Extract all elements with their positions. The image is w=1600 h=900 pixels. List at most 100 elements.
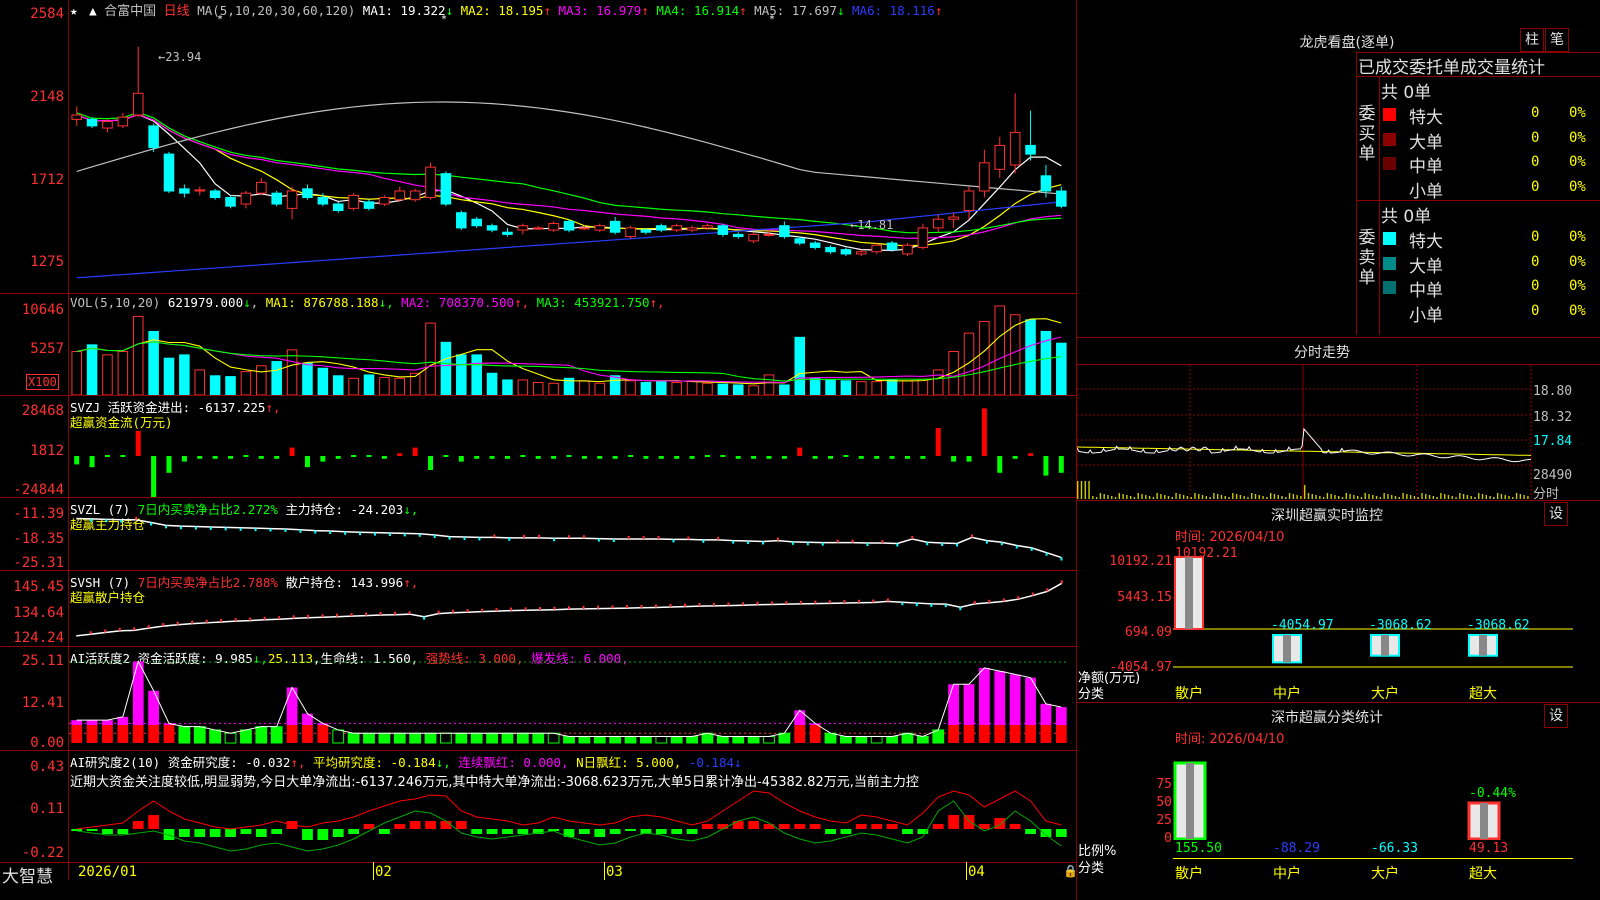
ai-research-chart[interactable] [69, 751, 1075, 862]
intraday-volume-bar [1493, 497, 1495, 499]
ai-axis-0: 25.11 [21, 653, 64, 669]
sell-rows: 特大 0 0% 大单 0 0% 中单 0 0% 小单 0 0% [1381, 226, 1600, 326]
volume-bar [379, 376, 390, 395]
intraday-volume-bar [1133, 497, 1136, 499]
vol-ma-line-3 [76, 341, 1062, 382]
research-bar [809, 824, 821, 829]
intraday-volume-bar [1129, 496, 1132, 499]
flow-bar [197, 456, 203, 459]
low-mark-value: 14.81 [857, 218, 894, 232]
flow-bar [920, 456, 926, 459]
bar-mode-button[interactable]: 柱 [1520, 28, 1544, 52]
sell-row-0: 特大 0 0% [1381, 226, 1586, 252]
activity-bar [916, 735, 929, 744]
activity-bar [224, 732, 237, 744]
research-bar [302, 829, 313, 840]
svzj-panel[interactable]: SVZJ 活跃资金进出: -6137.225↑, 超赢资金流(万元) 28468… [0, 395, 1076, 498]
intraday-chart[interactable] [1077, 365, 1532, 499]
volume-bar [117, 351, 129, 395]
activity-bar [255, 726, 268, 744]
research-bar [379, 829, 390, 834]
flow-bar [766, 456, 772, 459]
intraday-axis-2: 17.84 [1533, 434, 1573, 449]
kline-chart[interactable]: * * * [69, 0, 1075, 293]
ai-activity-panel[interactable]: AI活跃度2 资金活跃度: 9.985↓,25.113,生命线: 1.560, … [0, 646, 1076, 751]
candle [302, 188, 313, 199]
candle [1040, 175, 1052, 192]
research-bar [609, 829, 621, 834]
intraday-volume-bar [1232, 493, 1234, 499]
vol-unit[interactable]: X100 [26, 374, 59, 390]
candle [132, 92, 144, 116]
sell-label: 委卖单 [1357, 228, 1377, 288]
intraday-volume-bar [1103, 494, 1105, 499]
cls-settings-button[interactable]: 设 [1544, 704, 1568, 728]
svzl-chart[interactable] [69, 498, 1075, 570]
activity-bar [1055, 725, 1067, 743]
svzl-panel[interactable]: SVZL (7) 7日内买卖净占比2.272% 主力持仓: -24.203↓, … [0, 497, 1076, 571]
candle [471, 218, 482, 227]
kline-panel[interactable]: ★ ▲ 合富中国 日线 MA(5,10,20,30,60,120) MA1: 1… [0, 0, 1076, 293]
research-bar [209, 829, 221, 837]
activity-bar [71, 720, 83, 726]
buy-label: 委买单 [1357, 104, 1377, 164]
svzj-chart[interactable] [69, 396, 1075, 497]
stat-title: 已成交委托单成交量统计 [1358, 58, 1545, 78]
dragon-title: 龙虎看盘(逐单) [1299, 35, 1395, 51]
volume-panel[interactable]: VOL(5,10,20) 621979.000↓, MA1: 876788.18… [0, 293, 1076, 396]
activity-bar [886, 735, 898, 744]
top-marker-star-icon: * [769, 14, 775, 25]
candle [871, 244, 882, 253]
svzj-axis-1: 1812 [30, 443, 64, 459]
sz-cat-1: 中户 [1273, 686, 1301, 702]
intraday-volume-bar [1164, 495, 1166, 499]
sz-bar-shade [1479, 635, 1487, 656]
intraday-volume-bar [1092, 496, 1094, 499]
volume-bar [732, 384, 744, 395]
svsh-panel[interactable]: SVSH (7) 7日内买卖净占比2.788% 散户持仓: 143.996↑, … [0, 570, 1076, 647]
intraday-title: 分时走势 [1294, 345, 1350, 361]
intraday-volume-bar [1512, 497, 1514, 499]
candle [409, 190, 421, 201]
sz-bar-shade [1185, 557, 1193, 629]
cls-axis-0: 75 [1156, 777, 1172, 792]
tick-mode-button[interactable]: 笔 [1545, 28, 1569, 52]
cls-xlabel: 分类 [1078, 861, 1105, 876]
volume-bar [886, 379, 898, 395]
candle [440, 173, 452, 205]
volume-bar [317, 367, 329, 395]
intraday-volume-bar [1111, 496, 1113, 499]
candle [609, 220, 621, 233]
buy-rows: 特大 0 0% 大单 0 0% 中单 0 0% 小单 0 0% [1381, 102, 1600, 202]
activity-bar [870, 735, 883, 744]
flow-bar [151, 456, 157, 497]
flow-bar [243, 455, 249, 457]
flow-bar [935, 428, 941, 456]
svsh-chart[interactable] [69, 571, 1075, 646]
cls-cat-3: 超大 [1469, 866, 1497, 882]
kline-axis-1: 2148 [30, 89, 64, 105]
intraday-volume-bar [1080, 481, 1083, 499]
activity-bar [701, 732, 714, 744]
candle [1009, 131, 1021, 166]
flow-bar [889, 456, 895, 459]
candle [1025, 144, 1036, 155]
sz-settings-button[interactable]: 设 [1544, 502, 1568, 526]
volume-bar [256, 365, 267, 395]
activity-bar [948, 684, 959, 726]
intraday-volume-bar [1432, 496, 1435, 499]
flow-bar [612, 456, 618, 459]
volume-chart[interactable] [69, 294, 1075, 395]
cls-cat-0: 散户 [1175, 866, 1203, 882]
sz-bar-chart[interactable]: -4054.97 -3068.62 -3068.62 [1173, 555, 1573, 683]
app-logo[interactable]: 大智慧 [2, 862, 53, 887]
research-bar [271, 829, 283, 834]
activity-bar [794, 725, 806, 743]
intraday-volume-bar [1326, 493, 1329, 499]
research-bar [855, 824, 867, 829]
lock-icon[interactable]: 🔒 [1063, 864, 1078, 878]
volume-bar [502, 379, 513, 395]
ai-research-panel[interactable]: AI研究度2(10) 资金研究度: -0.032↑, 平均研究度: -0.184… [0, 750, 1076, 863]
ai-activity-chart[interactable] [69, 647, 1075, 750]
research-bar [902, 829, 913, 834]
